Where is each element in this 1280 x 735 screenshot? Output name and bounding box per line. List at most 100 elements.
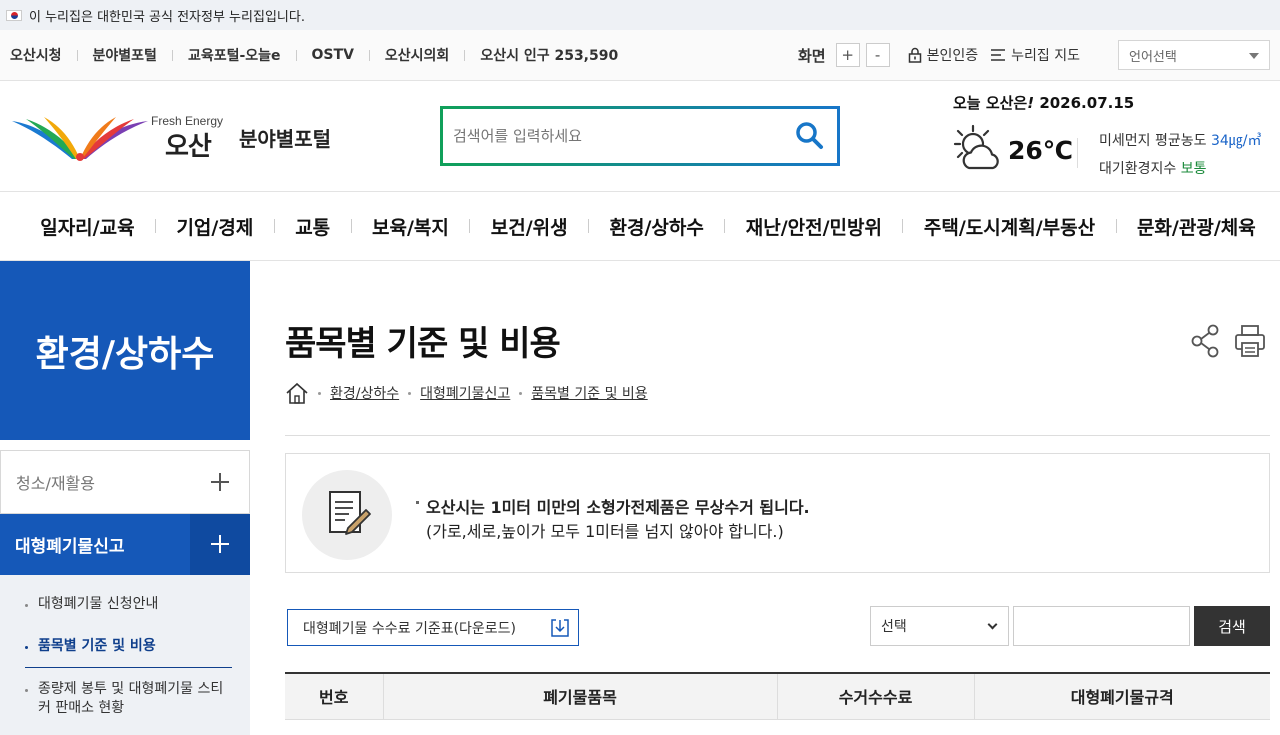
sidebar-menu: 청소/재활용 대형폐기물신고 대형폐기물 신청안내 품목별 기준 및 비용 종량… [0,450,250,735]
header: Fresh Energy 오산 분야별포털 오늘 오산은! 2026.07.15… [0,81,1280,192]
utility-bar: 오산시청 분야별포털 교육포털-오늘e OSTV 오산시의회 오산시 인구 25… [0,30,1280,81]
menu-icon [991,49,1006,61]
language-select-value: 언어선택 [1129,49,1177,65]
table-search-button[interactable]: 검색 [1194,606,1270,646]
breadcrumb-item-current[interactable]: 품목별 기준 및 비용 [531,383,647,403]
link-education-portal[interactable]: 교육포털-오늘e [188,45,281,65]
divider [588,219,590,233]
partly-cloudy-icon [953,124,999,170]
gov-banner: 이 누리집은 대한민국 공식 전자정부 누리집입니다. [0,0,1280,30]
korea-flag-icon [6,9,22,21]
weather-widget: 오늘 오산은! 2026.07.15 26℃ 미세먼지 평균농도 34㎍/㎥ 대… [953,92,1273,182]
fine-dust-info: 미세먼지 평균농도 34㎍/㎥ [1099,130,1261,150]
gnb-item-transport[interactable]: 교통 [295,213,330,240]
family-site-links: 오산시청 분야별포털 교육포털-오늘e OSTV 오산시의회 오산시 인구 25… [10,30,618,80]
language-select[interactable]: 언어선택 [1118,40,1270,70]
auth-label: 본인인증 [926,48,979,64]
gnb-item-health[interactable]: 보건/위생 [491,213,568,240]
breadcrumb: 환경/상하수 대형폐기물신고 품목별 기준 및 비용 [285,382,648,404]
divider [155,219,156,233]
gnb-item-safety[interactable]: 재난/안전/민방위 [746,213,882,240]
zoom-out-button[interactable]: - [865,43,890,67]
print-icon[interactable] [1234,324,1266,358]
air-quality-value: 보통 [1180,161,1207,177]
sitemap-link[interactable]: 누리집 지도 [990,45,1080,65]
notice-text: 오산시는 1미터 미만의 소형가전제품은 무상수거 됩니다. (가로,세로,높이… [416,494,810,542]
gnb-item-culture[interactable]: 문화/관광/체육 [1137,213,1256,240]
sidebar-submenu: 대형폐기물 신청안내 품목별 기준 및 비용 종량제 봉투 및 대형폐기물 스티… [0,575,250,735]
search-input[interactable] [453,123,773,149]
divider [902,219,904,233]
divider [350,219,352,233]
notice-box: 오산시는 1미터 미만의 소형가전제품은 무상수거 됩니다. (가로,세로,높이… [285,453,1270,573]
weather-temperature: 26℃ [1008,136,1074,165]
search-box [440,106,840,166]
divider [724,219,726,233]
download-fee-table-button[interactable]: 대형폐기물 수수료 기준표(다운로드) [287,609,579,646]
divider [285,435,1270,436]
sidebar-item-label: 청소/재활용 [16,474,95,493]
home-icon[interactable] [285,382,309,404]
weather-date: 오늘 오산은! 2026.07.15 [953,92,1134,113]
gnb-item-housing[interactable]: 주택/도시계획/부동산 [924,213,1095,240]
column-header-spec: 대형폐기물규격 [973,673,1270,720]
column-header-item: 폐기물품목 [382,673,778,720]
portal-name: 분야별포털 [239,127,331,151]
sidebar-item-cleaning[interactable]: 청소/재활용 [0,450,250,514]
caret-down-icon [1249,53,1259,59]
breadcrumb-separator [318,391,321,395]
notice-main: 오산시는 1미터 미만의 소형가전제품은 무상수거 됩니다. [416,494,810,518]
share-icon[interactable] [1190,324,1220,358]
chevron-down-icon [987,619,998,630]
search-type-select[interactable]: 선택 [870,606,1009,646]
divider [1077,138,1078,168]
cost-table: 번호 폐기물품목 수거수수료 대형폐기물규격 [285,672,1270,720]
gnb-item-jobs[interactable]: 일자리/교육 [40,213,134,240]
sidebar-title: 환경/상하수 [0,261,250,440]
gnb-item-environment[interactable]: 환경/상하수 [610,213,704,240]
sitemap-label: 누리집 지도 [1011,48,1080,64]
keyword-input[interactable] [1014,607,1189,645]
gov-banner-text: 이 누리집은 대한민국 공식 전자정부 누리집입니다. [29,9,305,25]
link-city-council[interactable]: 오산시의회 [385,45,449,65]
auth-link[interactable]: 본인인증 [908,45,979,65]
divider [295,49,297,61]
search-type-value: 선택 [881,619,907,635]
breadcrumb-item[interactable]: 대형폐기물신고 [420,383,510,403]
breadcrumb-separator [519,391,523,395]
plus-icon [190,514,250,575]
link-ostv[interactable]: OSTV [312,47,354,63]
sidebar-item-bulky-waste[interactable]: 대형폐기물신고 [0,514,250,575]
divider [171,49,173,61]
osan-logo[interactable]: Fresh Energy 오산 [10,113,225,162]
column-header-number: 번호 [285,673,384,720]
keyword-box [1013,606,1190,646]
breadcrumb-item[interactable]: 환경/상하수 [330,383,399,403]
divider [469,219,471,233]
divider [368,49,370,61]
link-field-portal[interactable]: 분야별포털 [93,45,157,65]
air-quality-label: 대기환경지수 [1099,161,1177,177]
notice-icon-circle [302,470,392,560]
divider [1115,219,1117,233]
search-icon [796,122,823,149]
link-population[interactable]: 오산시 인구 253,590 [480,45,618,65]
page-title: 품목별 기준 및 비용 [285,324,561,364]
zoom-label: 화면 [798,46,826,65]
gnb-item-economy[interactable]: 기업/경제 [176,213,253,240]
logo-city-name: 오산 [165,132,212,162]
divider [76,49,78,61]
weather-today-mark: ! [1027,94,1035,112]
table-header-row: 번호 폐기물품목 수거수수료 대형폐기물규격 [285,673,1270,720]
sidebar-item-label: 대형폐기물신고 [15,537,125,557]
main-navigation: 일자리/교육 기업/경제 교통 보육/복지 보건/위생 환경/상하수 재난/안전… [0,192,1280,261]
gnb-item-welfare[interactable]: 보육/복지 [372,213,449,240]
page-tools [1190,324,1266,358]
search-button[interactable] [793,120,825,152]
submenu-item-application[interactable]: 대형폐기물 신청안내 [25,583,232,625]
fine-dust-label: 미세먼지 평균농도 [1099,133,1207,149]
lock-icon [908,47,921,63]
submenu-item-cost-standards[interactable]: 품목별 기준 및 비용 [25,625,232,668]
zoom-in-button[interactable]: + [835,43,860,67]
link-osan-city[interactable]: 오산시청 [10,45,62,65]
